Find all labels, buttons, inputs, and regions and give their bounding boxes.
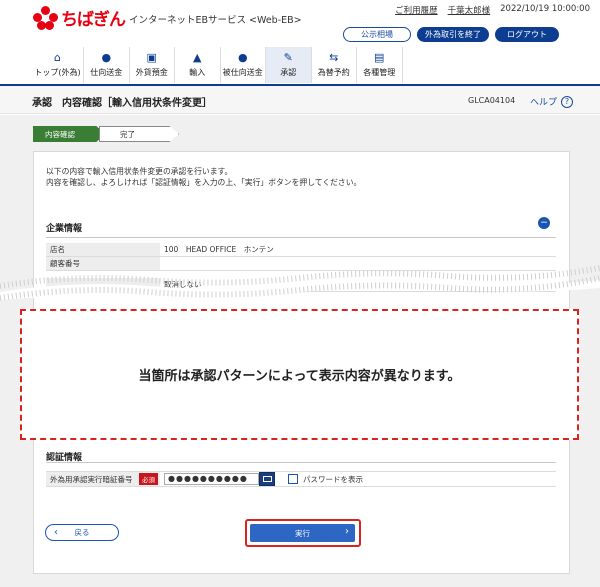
nav-approve[interactable]: ✎ 承認	[266, 47, 312, 83]
home-icon: ⌂	[54, 51, 61, 64]
nav-forex[interactable]: ⇆ 為替予約	[312, 47, 357, 83]
user-name-link[interactable]: 千葉太郎様	[448, 4, 491, 16]
collapse-icon[interactable]: −	[538, 217, 550, 229]
rate-button[interactable]: 公示相場	[343, 27, 411, 42]
auth-section-header: 認証情報	[46, 445, 556, 463]
progress-stepper: 内容確認 完了	[33, 126, 179, 142]
nav-top[interactable]: ⌂ トップ(外為)	[32, 47, 84, 83]
help-icon: ?	[561, 95, 574, 108]
back-button[interactable]: ‹ 戻る	[45, 524, 119, 541]
step-complete: 完了	[99, 126, 179, 142]
service-name: インターネットEBサービス <Web-EB>	[129, 15, 302, 26]
forex-icon: ⇆	[329, 51, 339, 64]
import-icon: ▲	[193, 51, 202, 64]
nav-receive[interactable]: ● 被仕向送金	[221, 47, 266, 83]
variable-content-note: 当箇所は承認パターンによって表示内容が異なります。	[20, 309, 579, 440]
execute-button[interactable]: 実行 ›	[250, 524, 355, 542]
company-section-header: 企業情報	[46, 216, 556, 238]
brand-name: ちばぎん	[61, 10, 126, 30]
note-text: 当箇所は承認パターンによって表示内容が異なります。	[138, 369, 461, 384]
chevron-left-icon: ‹	[54, 527, 58, 538]
receive-icon: ●	[237, 51, 248, 64]
nav-remit[interactable]: ● 仕向送金	[84, 47, 130, 83]
required-badge: 必須	[139, 473, 158, 485]
nav-deposit[interactable]: ▣ 外貨預金	[130, 47, 175, 83]
remit-icon: ●	[101, 51, 112, 64]
nav-import[interactable]: ▲ 輸入	[175, 47, 221, 83]
show-password-checkbox[interactable]	[288, 474, 298, 484]
page-title: 承認 内容確認［輸入信用状条件変更］	[32, 98, 212, 109]
title-bar: 承認 内容確認［輸入信用状条件変更］ GLCA04104 ヘルプ ?	[0, 86, 600, 114]
software-keyboard-icon[interactable]	[259, 472, 275, 486]
step-confirm: 内容確認	[33, 126, 105, 142]
intro-text: 以下の内容で輸入信用状条件変更の承認を行います。 内容を確認し、よろしければ「認…	[46, 167, 362, 187]
fx-end-button[interactable]: 外為取引を終了	[417, 27, 489, 42]
chevron-right-icon: ›	[345, 526, 349, 537]
row-label: 店名	[46, 243, 160, 256]
usage-history-link[interactable]: ご利用履歴	[395, 4, 438, 16]
bank-logo: ちばぎん インターネットEBサービス <Web-EB>	[33, 5, 302, 30]
auth-field-label: 外為用承認実行暗証番号 必須	[46, 472, 160, 486]
login-datetime: 2022/10/19 10:00:00	[500, 4, 590, 14]
auth-row: 外為用承認実行暗証番号 必須	[46, 471, 556, 487]
show-password-label: パスワードを表示	[303, 475, 363, 484]
logout-button[interactable]: ログアウト	[495, 27, 559, 42]
logo-mark-icon	[33, 5, 59, 30]
screen-code: GLCA04104	[468, 96, 516, 105]
approve-icon: ✎	[283, 51, 293, 64]
header: ちばぎん インターネットEBサービス <Web-EB> ご利用履歴 千葉太郎様 …	[0, 0, 600, 46]
auth-section-title: 認証情報	[46, 453, 83, 463]
row-value: 100 HEAD OFFICE ホンテン	[164, 245, 274, 254]
help-link[interactable]: ヘルプ ?	[530, 95, 574, 108]
password-input[interactable]: ●●●●●●●●●●	[164, 473, 259, 485]
main-nav: ⌂ トップ(外為) ● 仕向送金 ▣ 外貨預金 ▲ 輸入 ● 被仕向送金 ✎ 承…	[32, 47, 403, 83]
company-section-title: 企業情報	[46, 224, 83, 234]
torn-divider	[0, 265, 600, 301]
table-row: 店名 100 HEAD OFFICE ホンテン	[46, 243, 556, 257]
deposit-icon: ▣	[146, 51, 157, 64]
nav-settings[interactable]: ▤ 各種管理	[357, 47, 403, 83]
settings-icon: ▤	[374, 51, 385, 64]
